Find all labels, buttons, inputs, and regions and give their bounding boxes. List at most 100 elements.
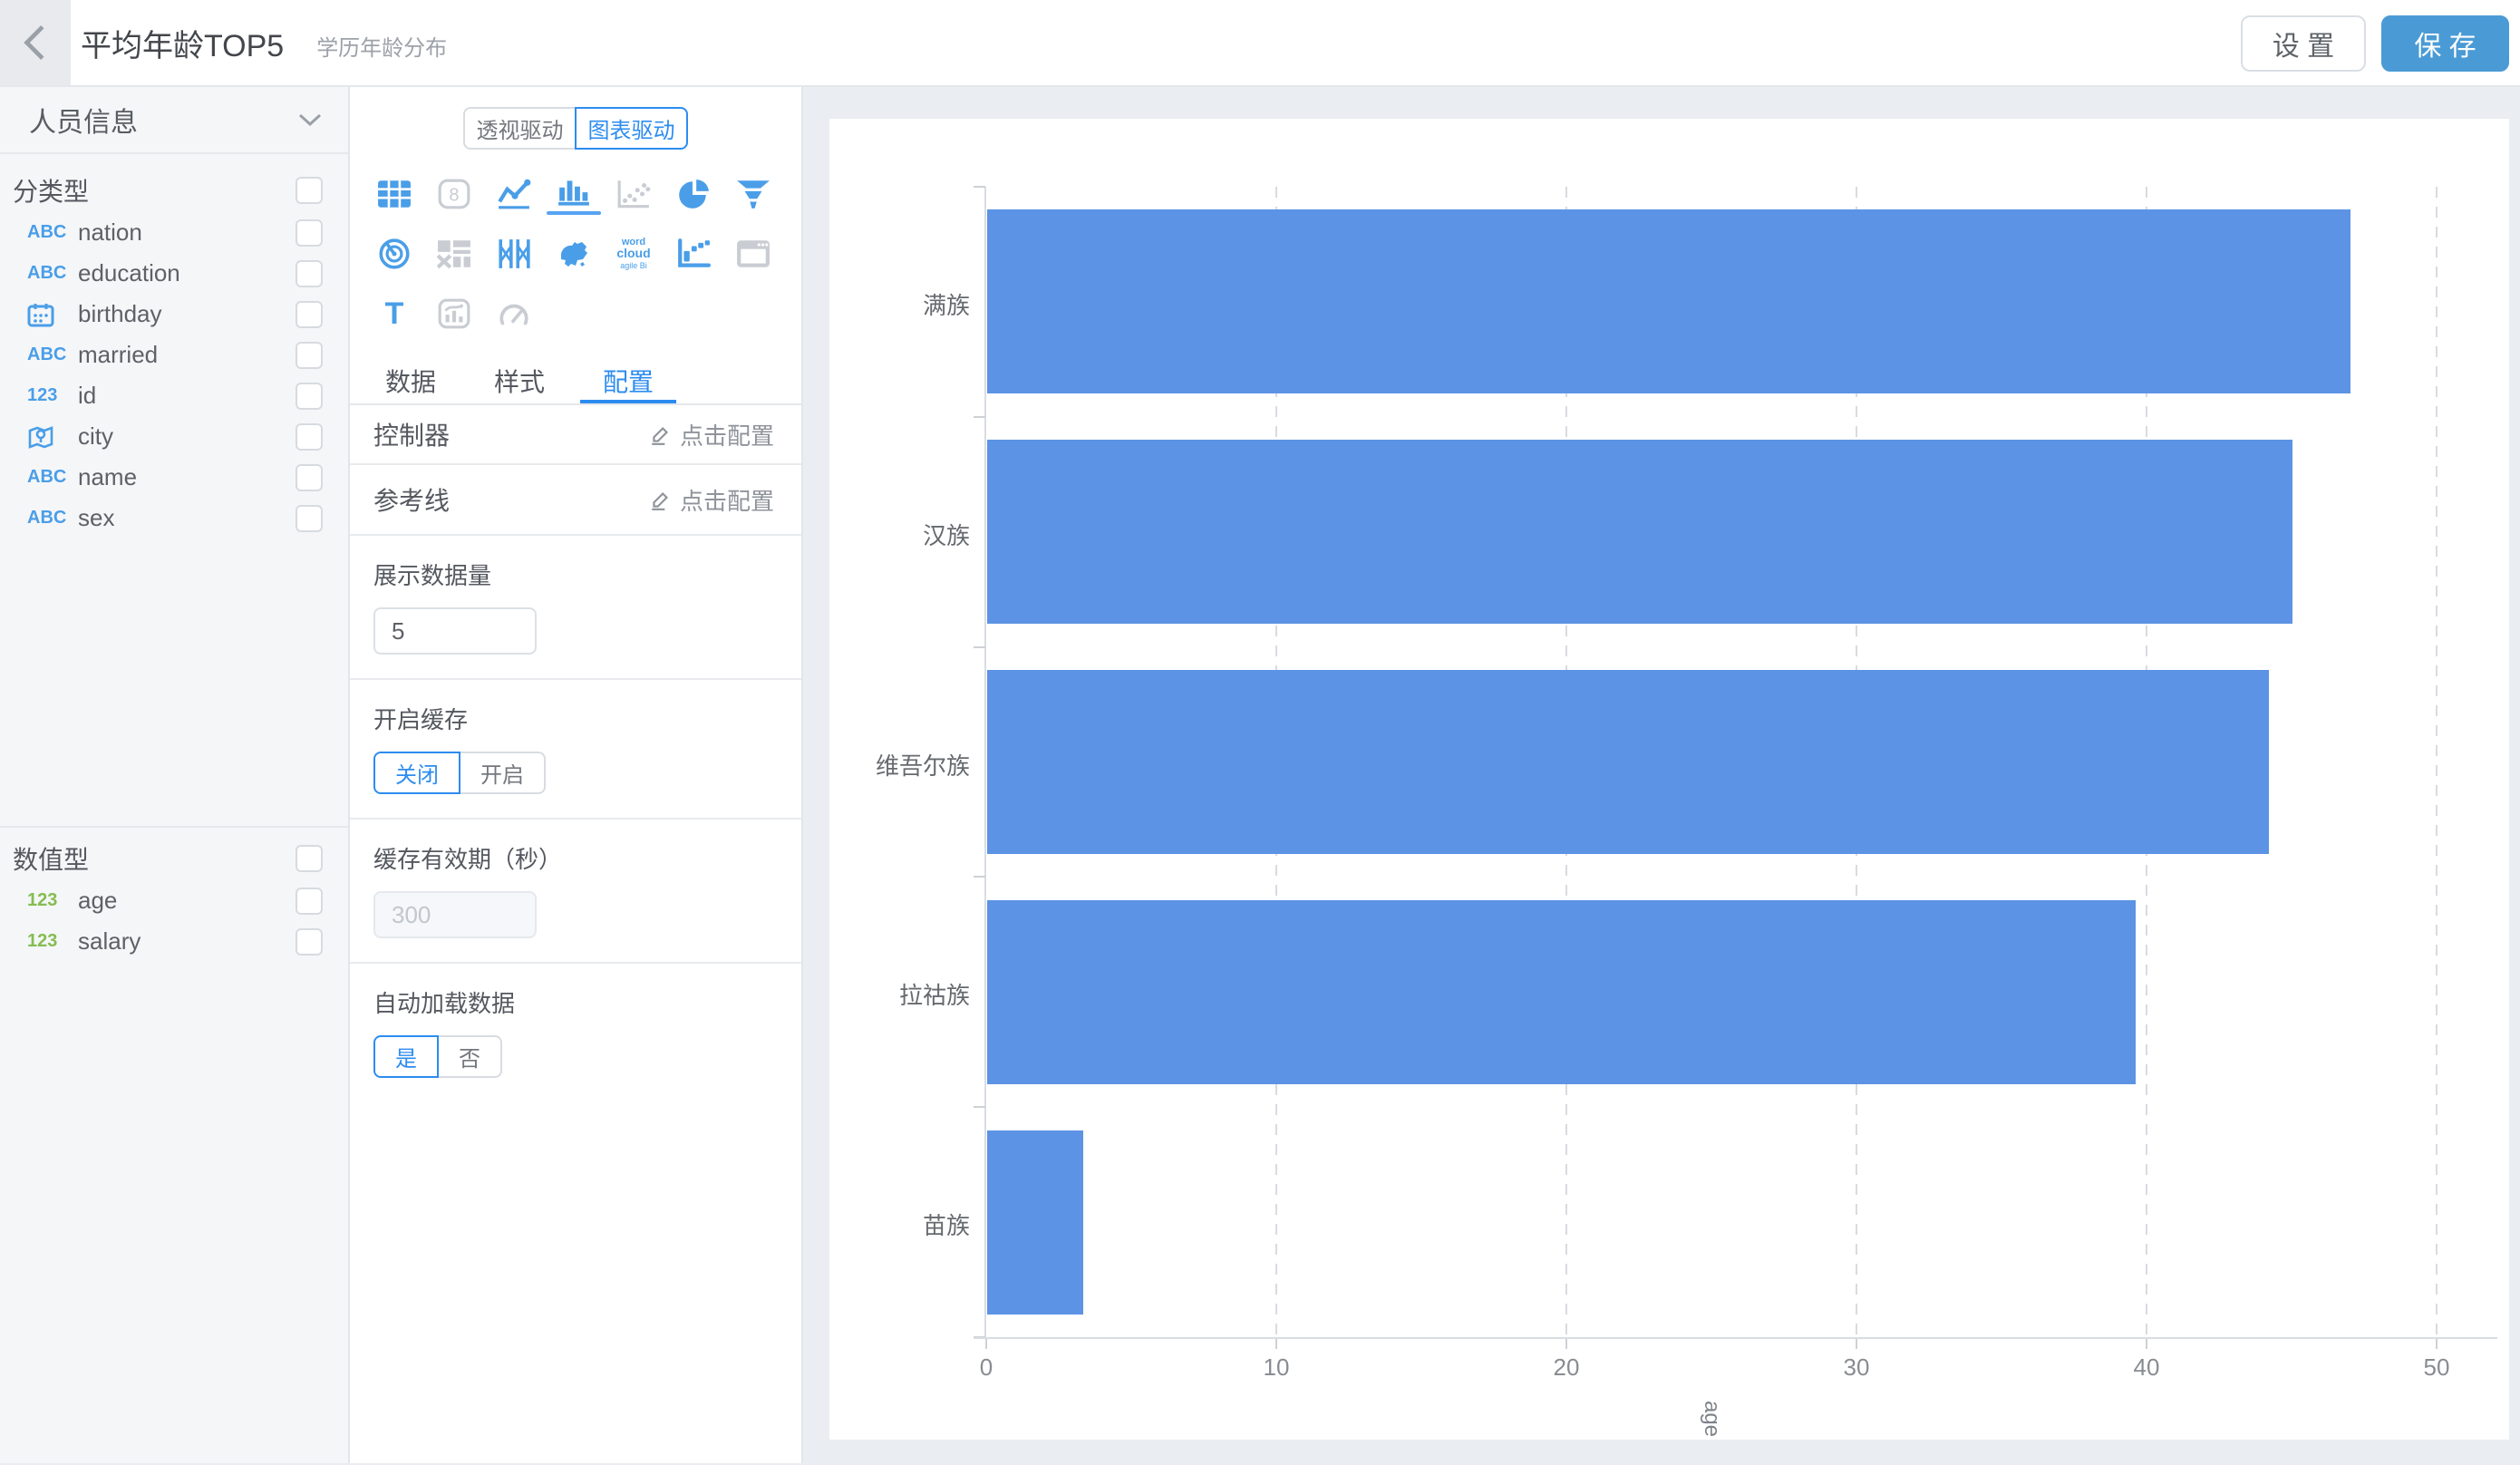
back-button[interactable] <box>0 0 71 85</box>
cache-option-1[interactable]: 关闭 <box>373 752 460 794</box>
chart-type-pie-chart[interactable] <box>664 164 723 224</box>
reference-line-label: 参考线 <box>373 481 450 518</box>
field-checkbox[interactable] <box>296 423 323 451</box>
china-map-icon <box>556 237 592 271</box>
category-label-满族: 满族 <box>829 287 970 321</box>
field-name: salary <box>78 927 296 956</box>
field-item-married[interactable]: ABCmarried <box>0 335 348 375</box>
controller-configure-link[interactable]: 点击配置 <box>649 418 774 451</box>
edit-pencil-icon <box>649 488 673 511</box>
chart-type-treemap <box>424 224 484 284</box>
field-item-education[interactable]: ABCeducation <box>0 253 348 294</box>
category-label-苗族: 苗族 <box>829 1208 970 1241</box>
x-axis-title: age <box>1699 1396 1724 1440</box>
field-checkbox[interactable] <box>296 928 323 956</box>
cache-label: 开启缓存 <box>373 702 774 735</box>
active-chart-type-underline <box>547 211 601 215</box>
abc-icon: ABC <box>27 508 78 529</box>
chart-type-waterfall-chart[interactable] <box>664 224 723 284</box>
field-item-birthday[interactable]: birthday <box>0 294 348 335</box>
waterfall-chart-icon <box>675 237 712 271</box>
bar-维吾尔族[interactable] <box>987 670 2269 854</box>
drive-mode-option-2[interactable]: 图表驱动 <box>575 107 688 150</box>
field-checkbox[interactable] <box>296 342 323 369</box>
pie-chart-icon <box>675 177 712 211</box>
bar-汉族[interactable] <box>987 440 2292 624</box>
bar-满族[interactable] <box>987 209 2350 393</box>
reference-line-row: 参考线 点击配置 <box>350 465 801 536</box>
y-axis-tick <box>974 876 985 878</box>
field-item-id[interactable]: 123id <box>0 375 348 416</box>
auto-load-label: 自动加载数据 <box>373 985 774 1019</box>
field-name: name <box>78 463 296 491</box>
category-label-汉族: 汉族 <box>829 518 970 551</box>
chart-type-scatter-chart <box>604 164 664 224</box>
page-subtitle: 学历年龄分布 <box>316 30 447 62</box>
field-checkbox[interactable] <box>296 383 323 410</box>
save-button[interactable]: 保 存 <box>2381 15 2509 72</box>
chart-type-text-widget[interactable]: T <box>364 284 424 344</box>
field-checkbox[interactable] <box>296 260 323 287</box>
bar-chart: 01020304050满族汉族维吾尔族拉祜族苗族age <box>829 119 2509 1440</box>
chart-type-funnel-chart[interactable] <box>723 164 783 224</box>
drive-mode-option-1[interactable]: 透视驱动 <box>463 107 577 150</box>
y-axis-tick <box>974 1106 985 1108</box>
field-name: city <box>78 422 296 451</box>
field-item-sex[interactable]: ABCsex <box>0 498 348 538</box>
field-item-city[interactable]: city <box>0 416 348 457</box>
chart-type-word-cloud[interactable]: wordcloudagile Bi <box>604 224 664 284</box>
field-checkbox[interactable] <box>296 505 323 532</box>
x-tick-label: 0 <box>980 1353 993 1382</box>
chart-type-table[interactable] <box>364 164 424 224</box>
chart-type-web-frame <box>723 224 783 284</box>
kline-chart-icon <box>496 237 532 271</box>
field-name: sex <box>78 504 296 532</box>
field-name: id <box>78 382 296 410</box>
cache-toggle: 关闭开启 <box>373 752 546 794</box>
field-item-nation[interactable]: ABCnation <box>0 212 348 253</box>
chart-type-gauge-chart <box>484 284 544 344</box>
tab-1[interactable]: 数据 <box>363 362 459 403</box>
map-pin-icon <box>27 424 78 450</box>
123-icon: 123 <box>27 931 78 952</box>
tab-2[interactable]: 样式 <box>471 362 567 403</box>
field-group-label: 数值型 <box>13 840 89 877</box>
chart-type-bar-chart[interactable] <box>544 164 604 224</box>
123-icon: 123 <box>27 890 78 911</box>
field-checkbox[interactable] <box>296 888 323 915</box>
chart-type-radar-chart[interactable] <box>364 224 424 284</box>
y-axis-tick <box>974 646 985 648</box>
chart-type-line-chart[interactable] <box>484 164 544 224</box>
cache-ttl-input <box>373 891 537 938</box>
chart-type-kline-chart[interactable] <box>484 224 544 284</box>
field-name: nation <box>78 218 296 247</box>
field-checkbox[interactable] <box>296 219 323 247</box>
bar-苗族[interactable] <box>987 1130 1083 1315</box>
field-checkbox[interactable] <box>296 301 323 328</box>
auto-load-option-1[interactable]: 是 <box>373 1035 439 1078</box>
drive-mode-toggle: 透视驱动图表驱动 <box>350 107 801 150</box>
chevron-down-icon <box>297 112 323 128</box>
field-item-name[interactable]: ABCname <box>0 457 348 498</box>
reference-line-configure-link[interactable]: 点击配置 <box>649 483 774 517</box>
svg-text:8: 8 <box>449 185 459 205</box>
field-name: birthday <box>78 300 296 328</box>
bar-chart-icon <box>556 173 592 208</box>
group-checkbox[interactable] <box>296 845 323 872</box>
field-item-age[interactable]: 123age <box>0 880 348 921</box>
field-sidebar: 人员信息 分类型ABCnationABCeducationbirthdayABC… <box>0 87 350 1463</box>
field-checkbox[interactable] <box>296 464 323 491</box>
tab-3[interactable]: 配置 <box>580 362 676 403</box>
settings-button[interactable]: 设 置 <box>2241 15 2366 72</box>
field-item-salary[interactable]: 123salary <box>0 921 348 962</box>
bar-拉祜族[interactable] <box>987 900 2136 1084</box>
group-checkbox[interactable] <box>296 177 323 204</box>
chart-type-china-map[interactable] <box>544 224 604 284</box>
auto-load-option-2[interactable]: 否 <box>437 1035 502 1078</box>
cache-option-2[interactable]: 开启 <box>459 752 546 794</box>
dataset-selector[interactable]: 人员信息 <box>0 87 348 154</box>
line-chart-icon <box>496 177 532 211</box>
cache-section: 开启缓存 关闭开启 <box>350 680 801 820</box>
display-count-input[interactable] <box>373 607 537 655</box>
abc-icon: ABC <box>27 222 78 243</box>
